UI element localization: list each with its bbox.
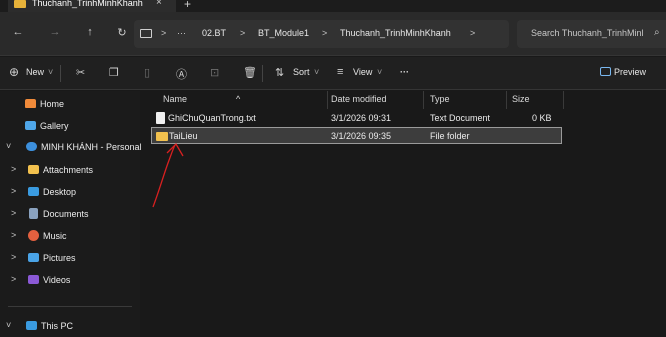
sidebar-item-label: Videos xyxy=(43,275,71,285)
sidebar-item-gallery[interactable]: Gallery xyxy=(0,116,140,136)
delete-icon[interactable]: 🗑 xyxy=(243,66,257,79)
sidebar-item-label: Pictures xyxy=(43,253,76,263)
preview-pane-icon xyxy=(600,67,611,76)
preview-button[interactable]: Preview xyxy=(614,67,646,77)
pictures-icon xyxy=(28,253,39,262)
more-options-button[interactable]: ··· xyxy=(400,67,409,77)
breadcrumb-chevron-icon: > xyxy=(240,28,246,38)
navigation-pane: Home Gallery ˅ MINH KHÁNH - Personal > A… xyxy=(0,91,142,337)
sidebar-item-desktop[interactable]: > Desktop xyxy=(0,182,140,202)
new-plus-icon: ⊕ xyxy=(9,65,20,79)
divider xyxy=(60,65,61,82)
sidebar-item-pictures[interactable]: > Pictures xyxy=(0,248,140,268)
file-list: ^ Name Date modified Type Size GhiChuQua… xyxy=(141,91,666,337)
sidebar-item-label: Music xyxy=(43,231,67,241)
sidebar-item-attachments[interactable]: > Attachments xyxy=(0,160,140,180)
new-dropdown-icon: ˅ xyxy=(48,67,54,77)
forward-button[interactable]: → xyxy=(47,26,63,38)
address-bar[interactable]: > ··· 02.BT > BT_Module1 > Thuchanh_Trin… xyxy=(134,20,509,48)
pc-icon xyxy=(140,29,152,38)
pc-icon xyxy=(26,321,37,330)
title-bar: Thuchanh_TrinhMinhKhanh × + xyxy=(0,0,666,12)
music-icon xyxy=(28,230,39,241)
folder-icon xyxy=(14,0,26,8)
close-tab-icon[interactable]: × xyxy=(156,0,162,8)
tab-title: Thuchanh_TrinhMinhKhanh xyxy=(32,0,143,8)
folder-icon xyxy=(28,165,39,174)
videos-icon xyxy=(28,275,39,284)
breadcrumb-item[interactable]: Thuchanh_TrinhMinhKhanh xyxy=(340,28,451,38)
documents-icon xyxy=(29,208,38,219)
divider xyxy=(8,306,132,307)
sidebar-item-music[interactable]: > Music xyxy=(0,226,140,246)
up-button[interactable]: ↑ xyxy=(82,26,98,38)
breadcrumb-item[interactable]: BT_Module1 xyxy=(258,28,309,38)
chevron-right-icon[interactable]: > xyxy=(11,274,16,284)
breadcrumb-item[interactable]: 02.BT xyxy=(202,28,226,38)
chevron-right-icon[interactable]: > xyxy=(11,164,16,174)
sidebar-item-this-pc[interactable]: ˅ This PC xyxy=(0,316,140,336)
sidebar-item-videos[interactable]: > Videos xyxy=(0,270,140,290)
sidebar-item-onedrive[interactable]: ˅ MINH KHÁNH - Personal xyxy=(0,137,142,157)
divider xyxy=(262,65,263,82)
breadcrumb-chevron-icon[interactable]: > xyxy=(470,28,475,38)
breadcrumb-chevron-icon: > xyxy=(322,28,328,38)
view-dropdown-icon: ˅ xyxy=(377,67,383,77)
chevron-right-icon[interactable]: > xyxy=(11,208,16,218)
chevron-right-icon[interactable]: > xyxy=(11,186,16,196)
file-explorer-window: Thuchanh_TrinhMinhKhanh × + ← → ↑ ↻ > ··… xyxy=(0,0,666,337)
sidebar-item-label: Home xyxy=(40,99,65,109)
view-icon: ≡ xyxy=(337,66,344,78)
copy-icon[interactable]: ❐ xyxy=(109,66,119,79)
breadcrumb-more-button[interactable]: ··· xyxy=(177,28,186,38)
new-button[interactable]: New xyxy=(26,67,44,77)
red-arrow-annotation xyxy=(152,142,184,208)
chevron-right-icon[interactable]: > xyxy=(11,252,16,262)
refresh-button[interactable]: ↻ xyxy=(114,26,130,39)
chevron-right-icon[interactable]: > xyxy=(11,230,16,240)
share-icon[interactable]: ⊡ xyxy=(210,66,219,79)
sort-dropdown-icon: ˅ xyxy=(314,67,320,77)
new-tab-button[interactable]: + xyxy=(184,0,191,11)
rename-icon[interactable]: Ⓐ xyxy=(176,66,187,82)
cloud-icon xyxy=(26,142,37,151)
breadcrumb-chevron-icon[interactable]: > xyxy=(161,28,166,38)
sidebar-item-label: Documents xyxy=(43,209,89,219)
desktop-icon xyxy=(28,187,39,196)
sort-icon: ⇅ xyxy=(275,67,285,79)
view-button[interactable]: View xyxy=(353,67,372,77)
gallery-icon xyxy=(25,121,36,130)
sidebar-item-documents[interactable]: > Documents xyxy=(0,204,140,224)
sidebar-item-label: MINH KHÁNH - Personal xyxy=(41,142,142,152)
home-icon xyxy=(25,99,36,108)
command-bar: ⊕ New ˅ ✂ ❐ ▯ Ⓐ ⊡ 🗑 ⇅ Sort ˅ ≡ View ˅ ··… xyxy=(0,57,666,90)
sidebar-item-label: Attachments xyxy=(43,165,94,175)
sidebar-item-home[interactable]: Home xyxy=(0,94,140,114)
sidebar-item-label: Gallery xyxy=(40,121,69,131)
cut-icon[interactable]: ✂ xyxy=(76,66,85,79)
chevron-down-icon[interactable]: ˅ xyxy=(6,320,11,330)
sort-button[interactable]: Sort xyxy=(293,67,310,77)
explorer-tab[interactable]: Thuchanh_TrinhMinhKhanh × xyxy=(8,0,176,12)
paste-icon[interactable]: ▯ xyxy=(144,66,150,79)
search-icon: ⌕ xyxy=(654,27,660,38)
navigation-bar: ← → ↑ ↻ > ··· 02.BT > BT_Module1 > Thuch… xyxy=(0,12,666,56)
sidebar-item-label: This PC xyxy=(41,321,74,331)
back-button[interactable]: ← xyxy=(10,26,26,38)
search-input[interactable]: Search Thuchanh_TrinhMinl xyxy=(531,28,644,38)
chevron-down-icon[interactable]: ˅ xyxy=(6,141,11,151)
search-box[interactable]: Search Thuchanh_TrinhMinl ⌕ xyxy=(517,20,666,48)
sidebar-item-label: Desktop xyxy=(43,187,77,197)
